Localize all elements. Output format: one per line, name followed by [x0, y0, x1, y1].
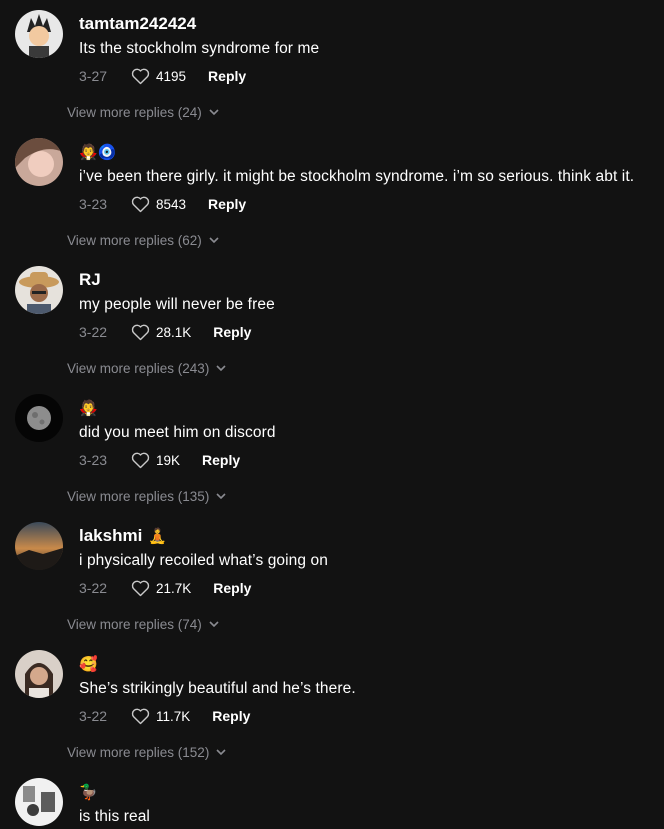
- comment-author[interactable]: RJ: [79, 269, 101, 291]
- chevron-down-icon: [216, 364, 226, 371]
- reply-button[interactable]: Reply: [202, 452, 240, 468]
- heart-icon: [131, 452, 150, 469]
- chevron-down-icon: [216, 748, 226, 755]
- comment-text: my people will never be free: [79, 296, 275, 313]
- reply-button[interactable]: Reply: [208, 196, 246, 212]
- like-count: 21.7K: [156, 580, 192, 596]
- comment-author[interactable]: tamtam242424: [79, 13, 196, 35]
- reply-button[interactable]: Reply: [213, 580, 251, 596]
- author-name[interactable]: tamtam242424: [79, 14, 196, 34]
- comment-author[interactable]: 🧛🧿: [79, 141, 116, 163]
- comment-meta: 3-22 11.7K Reply: [79, 706, 250, 726]
- comment-item: 🥰 She’s strikingly beautiful and he’s th…: [0, 640, 664, 768]
- author-emoji: 🧛🧿: [79, 143, 117, 161]
- author-name[interactable]: RJ: [79, 270, 101, 290]
- comment-item: 🧛 did you meet him on discord 3-23 19K R…: [0, 384, 664, 512]
- view-more-label: View more replies (243): [67, 360, 210, 376]
- view-more-replies[interactable]: View more replies (74): [67, 614, 219, 634]
- comment-date: 3-23: [79, 196, 108, 212]
- comment-meta: 3-22 28.1K Reply: [79, 322, 251, 342]
- comment-date: 3-22: [79, 580, 108, 596]
- view-more-replies[interactable]: View more replies (243): [67, 358, 226, 378]
- comment-meta: 3-27 4195 Reply: [79, 66, 246, 86]
- comment-text: i’ve been there girly. it might be stock…: [79, 168, 635, 185]
- comment-text: i physically recoiled what’s going on: [79, 552, 328, 569]
- like-count: 28.1K: [156, 324, 192, 340]
- comment-author[interactable]: lakshmi 🧘: [79, 525, 167, 547]
- chevron-down-icon: [209, 236, 219, 243]
- comment-date: 3-22: [79, 708, 108, 724]
- like-button[interactable]: 8543: [131, 195, 186, 213]
- comment-date: 3-27: [79, 68, 108, 84]
- view-more-replies[interactable]: View more replies (152): [67, 742, 226, 762]
- view-more-replies[interactable]: View more replies (135): [67, 486, 226, 506]
- like-count: 8543: [156, 196, 187, 212]
- view-more-replies[interactable]: View more replies (62): [67, 230, 219, 250]
- comment-text: is this real: [79, 808, 150, 825]
- avatar[interactable]: [15, 10, 63, 58]
- comment-meta: 3-23 19K Reply: [79, 450, 240, 470]
- view-more-replies[interactable]: View more replies (24): [67, 102, 219, 122]
- chevron-down-icon: [209, 108, 219, 115]
- chevron-down-icon: [216, 492, 226, 499]
- like-count: 11.7K: [156, 708, 191, 724]
- comment-author[interactable]: 🦆: [79, 781, 98, 803]
- comment-meta: 3-23 8543 Reply: [79, 194, 246, 214]
- author-name[interactable]: lakshmi: [79, 526, 142, 546]
- author-emoji: 🧛: [79, 399, 98, 417]
- like-count: 19K: [156, 452, 181, 468]
- comment-text: Its the stockholm syndrome for me: [79, 40, 320, 57]
- comment-date: 3-22: [79, 324, 108, 340]
- comment-meta: 3-22 21.7K Reply: [79, 578, 251, 598]
- view-more-label: View more replies (74): [67, 616, 202, 632]
- avatar[interactable]: [15, 394, 63, 442]
- comment-item: 🧛🧿 i’ve been there girly. it might be st…: [0, 128, 664, 256]
- avatar[interactable]: [15, 650, 63, 698]
- author-emoji: 🥰: [79, 655, 98, 673]
- author-emoji: 🧘: [148, 527, 167, 545]
- view-more-label: View more replies (152): [67, 744, 210, 760]
- like-count: 4195: [156, 68, 187, 84]
- heart-icon: [131, 324, 150, 341]
- avatar[interactable]: [15, 522, 63, 570]
- heart-icon: [131, 196, 150, 213]
- chevron-down-icon: [209, 620, 219, 627]
- like-button[interactable]: 21.7K: [131, 579, 191, 597]
- view-more-label: View more replies (62): [67, 232, 202, 248]
- comment-author[interactable]: 🥰: [79, 653, 98, 675]
- reply-button[interactable]: Reply: [213, 324, 251, 340]
- reply-button[interactable]: Reply: [212, 708, 250, 724]
- comment-item: tamtam242424 Its the stockholm syndrome …: [0, 0, 664, 128]
- like-button[interactable]: 11.7K: [131, 707, 190, 725]
- avatar[interactable]: [15, 266, 63, 314]
- comment-text: She’s strikingly beautiful and he’s ther…: [79, 680, 356, 697]
- avatar[interactable]: [15, 138, 63, 186]
- author-emoji: 🦆: [79, 783, 98, 801]
- comment-text: did you meet him on discord: [79, 424, 276, 441]
- like-button[interactable]: 4195: [131, 67, 186, 85]
- comment-item: lakshmi 🧘 i physically recoiled what’s g…: [0, 512, 664, 640]
- comment-author[interactable]: 🧛: [79, 397, 98, 419]
- comment-item: RJ my people will never be free 3-22 28.…: [0, 256, 664, 384]
- comment-item: 🦆 is this real: [0, 768, 664, 829]
- heart-icon: [131, 68, 150, 85]
- avatar[interactable]: [15, 778, 63, 826]
- comment-date: 3-23: [79, 452, 108, 468]
- heart-icon: [131, 580, 150, 597]
- like-button[interactable]: 28.1K: [131, 323, 191, 341]
- like-button[interactable]: 19K: [131, 451, 180, 469]
- reply-button[interactable]: Reply: [208, 68, 246, 84]
- view-more-label: View more replies (135): [67, 488, 210, 504]
- heart-icon: [131, 708, 150, 725]
- view-more-label: View more replies (24): [67, 104, 202, 120]
